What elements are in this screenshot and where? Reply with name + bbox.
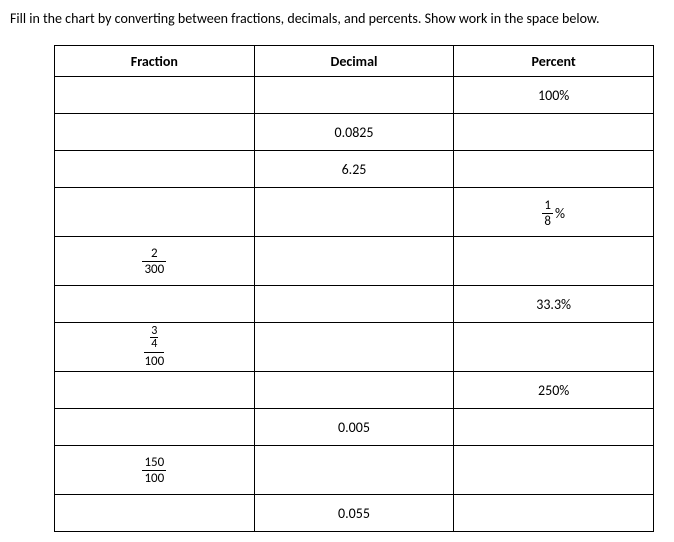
table-row: 6.25	[55, 151, 654, 188]
cell-percent[interactable]: 100%	[454, 77, 654, 114]
cell-decimal[interactable]: 0.0825	[254, 114, 454, 151]
table-row: 100%	[55, 77, 654, 114]
cell-fraction[interactable]: 150 100	[55, 446, 255, 495]
header-percent: Percent	[454, 46, 654, 77]
instruction-text: Fill in the chart by converting between …	[10, 10, 664, 27]
header-decimal: Decimal	[254, 46, 454, 77]
cell-fraction[interactable]	[55, 286, 255, 323]
table-row: 1 8 %	[55, 188, 654, 237]
cell-decimal[interactable]: 6.25	[254, 151, 454, 188]
cell-fraction[interactable]	[55, 151, 255, 188]
cell-decimal[interactable]	[254, 372, 454, 409]
table-row: 0.005	[55, 409, 654, 446]
cell-percent[interactable]	[454, 237, 654, 286]
cell-fraction[interactable]	[55, 495, 255, 532]
cell-fraction[interactable]	[55, 409, 255, 446]
cell-percent[interactable]: 1 8 %	[454, 188, 654, 237]
table-row: 33.3%	[55, 286, 654, 323]
cell-percent[interactable]: 250%	[454, 372, 654, 409]
fraction-percent: 1 8 %	[542, 199, 565, 228]
cell-fraction[interactable]: 2 300	[55, 237, 255, 286]
cell-percent[interactable]: 33.3%	[454, 286, 654, 323]
cell-percent[interactable]	[454, 114, 654, 151]
nested-fraction-value: 3 4 100	[144, 325, 164, 368]
cell-decimal[interactable]	[254, 77, 454, 114]
cell-percent[interactable]	[454, 323, 654, 372]
table-row: 2 300	[55, 237, 654, 286]
cell-fraction[interactable]	[55, 188, 255, 237]
header-fraction: Fraction	[55, 46, 255, 77]
cell-percent[interactable]	[454, 495, 654, 532]
cell-decimal[interactable]	[254, 188, 454, 237]
cell-decimal[interactable]	[254, 323, 454, 372]
cell-fraction[interactable]	[55, 372, 255, 409]
table-row: 3 4 100	[55, 323, 654, 372]
table-row: 150 100	[55, 446, 654, 495]
conversion-table: Fraction Decimal Percent 100% 0.0825 6.2…	[54, 45, 654, 532]
cell-decimal[interactable]	[254, 286, 454, 323]
cell-decimal[interactable]	[254, 446, 454, 495]
cell-fraction[interactable]	[55, 77, 255, 114]
cell-fraction[interactable]: 3 4 100	[55, 323, 255, 372]
fraction-value: 2 300	[142, 247, 166, 276]
cell-fraction[interactable]	[55, 114, 255, 151]
cell-decimal[interactable]: 0.055	[254, 495, 454, 532]
cell-decimal[interactable]	[254, 237, 454, 286]
cell-percent[interactable]	[454, 409, 654, 446]
header-row: Fraction Decimal Percent	[55, 46, 654, 77]
table-row: 250%	[55, 372, 654, 409]
cell-percent[interactable]	[454, 446, 654, 495]
fraction-value: 150 100	[142, 456, 166, 485]
cell-decimal[interactable]: 0.005	[254, 409, 454, 446]
cell-percent[interactable]	[454, 151, 654, 188]
table-row: 0.055	[55, 495, 654, 532]
table-row: 0.0825	[55, 114, 654, 151]
